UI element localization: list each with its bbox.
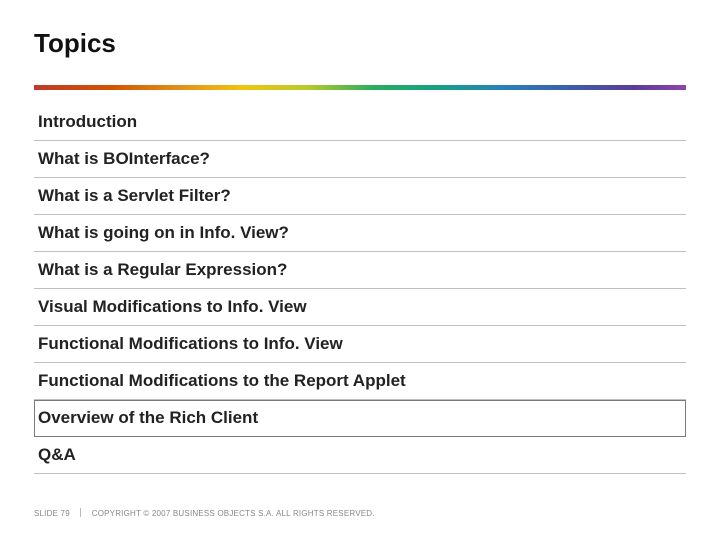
slide-number: SLIDE 79 [34,509,70,518]
page-title: Topics [34,28,686,59]
topic-item: Functional Modifications to the Report A… [34,363,686,400]
topic-item: What is BOInterface? [34,141,686,178]
copyright-text: COPYRIGHT © 2007 BUSINESS OBJECTS S.A. A… [92,509,375,518]
topics-list: Introduction What is BOInterface? What i… [34,104,686,474]
slide: Topics Introduction What is BOInterface?… [0,0,720,540]
slide-footer: SLIDE 79 COPYRIGHT © 2007 BUSINESS OBJEC… [34,508,375,518]
footer-separator [80,508,81,517]
rainbow-divider [34,85,686,90]
topic-item: Visual Modifications to Info. View [34,289,686,326]
topic-item-highlighted: Overview of the Rich Client [34,400,686,437]
topic-item: What is going on in Info. View? [34,215,686,252]
topic-item: Q&A [34,437,686,474]
topic-item: Functional Modifications to Info. View [34,326,686,363]
topic-item: Introduction [34,104,686,141]
topic-item: What is a Regular Expression? [34,252,686,289]
topic-item: What is a Servlet Filter? [34,178,686,215]
